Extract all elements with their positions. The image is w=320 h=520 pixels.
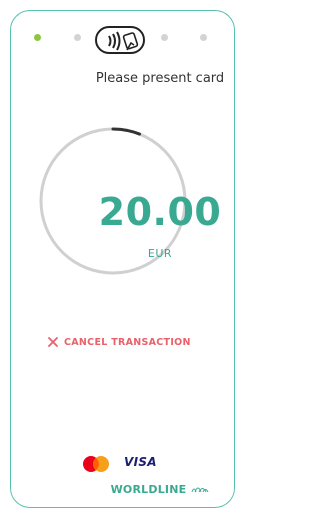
cancel-transaction-button[interactable]: CANCEL TRANSACTION xyxy=(48,335,191,349)
currency-label: EUR xyxy=(147,247,173,260)
close-icon xyxy=(48,337,58,347)
step-dot-2 xyxy=(74,34,81,41)
worldline-wordmark: WORLDLINE xyxy=(110,483,187,496)
step-dot-1 xyxy=(34,34,41,41)
worldline-waves-icon xyxy=(191,487,209,493)
amount-value: 20.00 xyxy=(98,190,222,234)
step-dot-4 xyxy=(161,34,168,41)
contactless-tap-icon xyxy=(108,31,139,51)
worldline-logo: WORLDLINE xyxy=(0,478,320,497)
progress-ring-fill xyxy=(111,127,142,136)
cancel-transaction-label: CANCEL TRANSACTION xyxy=(64,336,191,348)
visa-logo: VISA xyxy=(124,455,157,469)
contactless-step xyxy=(95,26,145,54)
present-card-prompt: Please present card xyxy=(95,71,225,86)
mastercard-logo xyxy=(83,456,109,472)
card-brand-logos: VISA xyxy=(0,455,320,473)
step-dot-5 xyxy=(200,34,207,41)
step-indicator xyxy=(0,24,320,54)
